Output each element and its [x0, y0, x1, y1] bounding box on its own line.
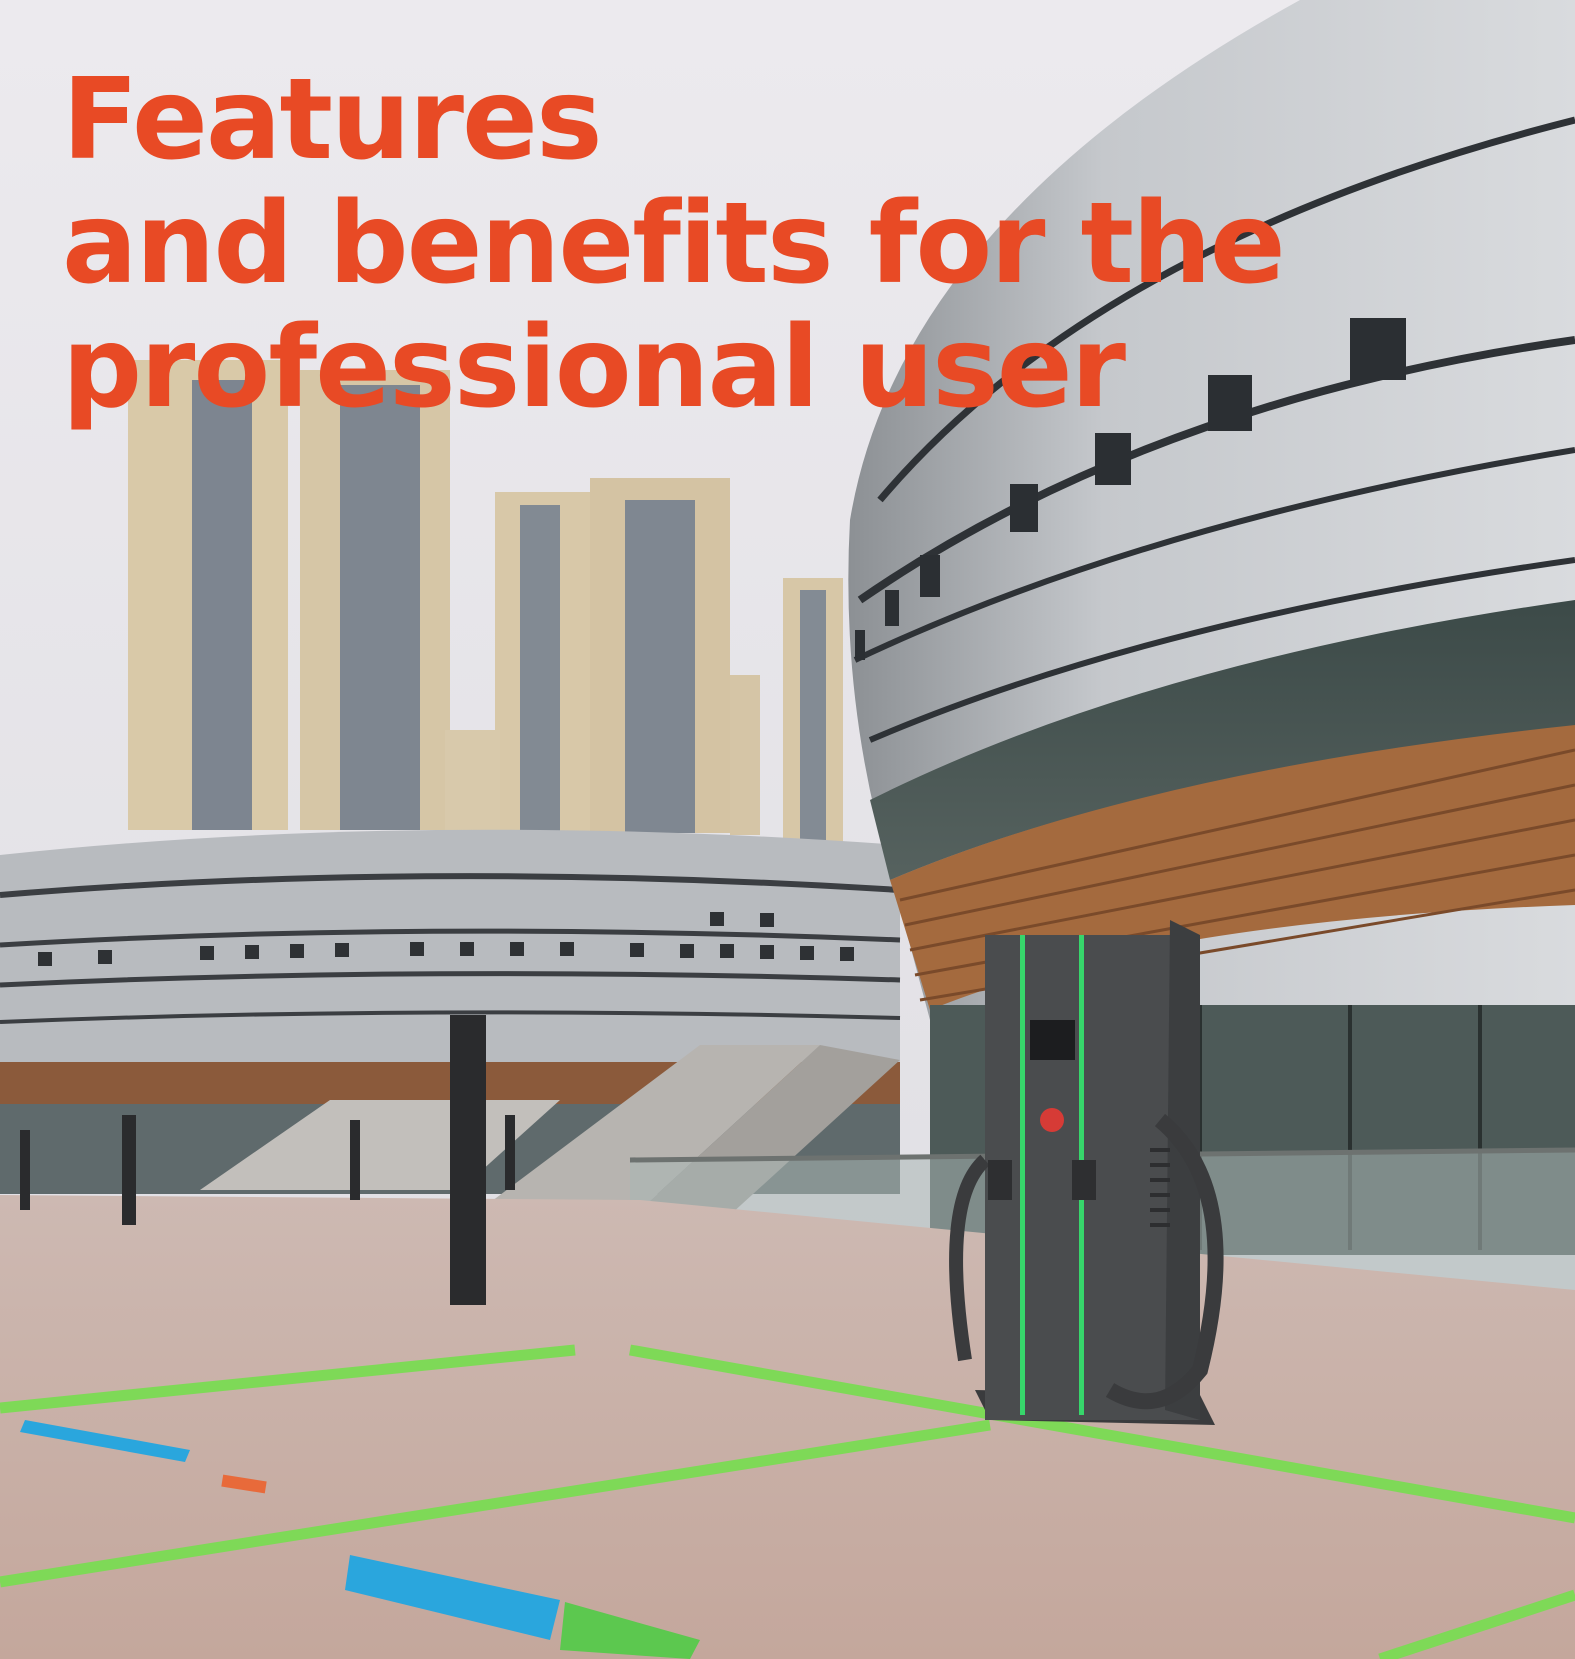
title-line-1: Features — [62, 55, 603, 185]
photo-scene: Features and benefits for the profession… — [0, 0, 1575, 1659]
title-line-2: and benefits for the — [62, 179, 1286, 309]
title-line-3: professional user — [62, 303, 1126, 433]
ev-charger — [949, 920, 1224, 1425]
page-title: Features and benefits for the profession… — [62, 55, 1286, 433]
